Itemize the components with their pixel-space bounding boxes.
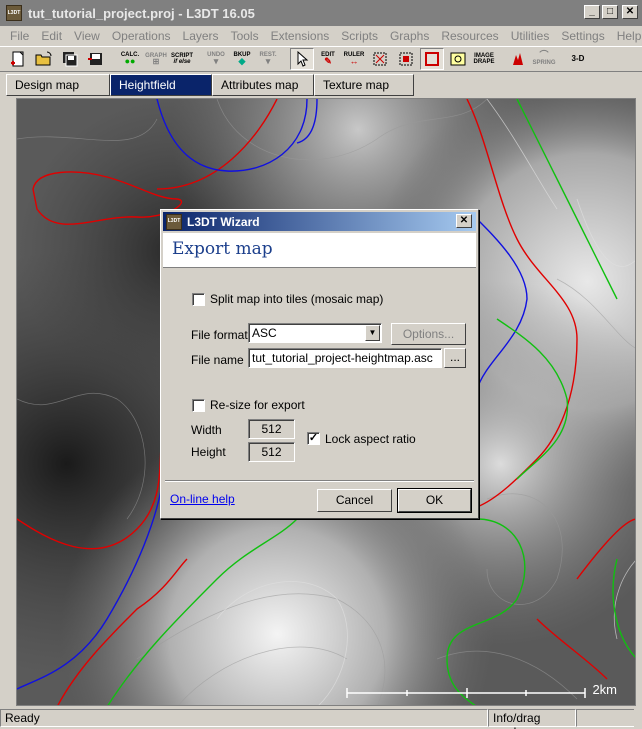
browse-button[interactable]: ... xyxy=(444,348,466,368)
select-region-icon[interactable] xyxy=(394,48,418,70)
undo-icon[interactable]: UNDO ▾ xyxy=(204,48,228,70)
split-tiles-label: Split map into tiles (mosaic map) xyxy=(210,292,384,306)
edit-icon[interactable]: EDIT ✎ xyxy=(316,48,340,70)
menu-file[interactable]: File xyxy=(4,29,35,43)
tab-texture-map[interactable]: Texture map xyxy=(314,74,414,96)
image-drape-icon[interactable]: IMAGE DRAPE xyxy=(472,48,496,70)
script-sub-label: if else xyxy=(173,59,191,65)
tab-attributes-map[interactable]: Attributes map xyxy=(212,74,314,96)
spring-label: SPRING xyxy=(532,60,556,66)
map-tabs: Design map Heightfield Attributes map Te… xyxy=(0,74,642,96)
save-all-icon[interactable] xyxy=(58,48,82,70)
menu-layers[interactable]: Layers xyxy=(177,29,225,43)
tab-heightfield[interactable]: Heightfield xyxy=(110,74,212,96)
lock-aspect-label: Lock aspect ratio xyxy=(325,432,416,446)
status-text: Ready xyxy=(0,708,488,727)
menu-view[interactable]: View xyxy=(68,29,106,43)
file-name-input[interactable]: tut_tutorial_project-heightmap.asc xyxy=(248,348,442,368)
drape-label: DRAPE xyxy=(473,59,495,65)
zoom-icon[interactable] xyxy=(446,48,470,70)
app-icon: L3DT xyxy=(6,5,22,21)
3d-view-icon[interactable]: 3-D xyxy=(566,48,590,70)
frame-icon[interactable] xyxy=(420,48,444,70)
menu-resources[interactable]: Resources xyxy=(435,29,504,43)
dialog-close-button[interactable]: ✕ xyxy=(456,214,472,228)
menu-settings[interactable]: Settings xyxy=(555,29,610,43)
status-grip[interactable] xyxy=(576,708,634,727)
close-button[interactable]: ✕ xyxy=(622,5,638,19)
flame-icon[interactable] xyxy=(506,48,530,70)
backup-icon[interactable]: BKUP ◆ xyxy=(230,48,254,70)
toolbar: CALC. ●● GRAPH ⊞ SCRIPT if else UNDO ▾ BKUP ◆… xyxy=(0,46,642,72)
menu-tools[interactable]: Tools xyxy=(225,29,265,43)
file-name-label: File name xyxy=(191,353,244,367)
dialog-header: Export map xyxy=(163,233,476,268)
dialog-heading: Export map xyxy=(172,239,273,259)
minimize-button[interactable]: _ xyxy=(584,5,600,19)
menu-utilities[interactable]: Utilities xyxy=(505,29,556,43)
status-bar: Ready Info/drag mode xyxy=(0,706,642,729)
height-label: Height xyxy=(191,445,226,459)
file-format-select[interactable]: ASC ▼ xyxy=(248,323,382,343)
height-field[interactable]: 512 xyxy=(248,442,295,462)
file-format-value: ASC xyxy=(252,326,277,340)
file-format-label: File format xyxy=(191,328,248,342)
status-mode: Info/drag mode xyxy=(488,708,576,729)
tab-design-map[interactable]: Design map xyxy=(6,74,110,96)
menu-scripts[interactable]: Scripts xyxy=(335,29,384,43)
menu-help[interactable]: Help xyxy=(611,29,642,43)
main-title-bar[interactable]: L3DT tut_tutorial_project.proj - L3DT 16… xyxy=(0,0,642,26)
width-label: Width xyxy=(191,423,222,437)
menu-edit[interactable]: Edit xyxy=(35,29,68,43)
restore-icon[interactable]: REST. ▾ xyxy=(256,48,280,70)
resize-label: Re-size for export xyxy=(210,398,305,412)
menu-bar: File Edit View Operations Layers Tools E… xyxy=(0,26,642,46)
split-tiles-checkbox[interactable] xyxy=(192,293,205,306)
options-button[interactable]: Options... xyxy=(391,323,466,345)
dialog-title-bar[interactable]: L3DT L3DT Wizard xyxy=(163,212,476,231)
dialog-app-icon: L3DT xyxy=(166,213,182,230)
width-field[interactable]: 512 xyxy=(248,419,295,439)
spring-icon[interactable]: ⌒ SPRING xyxy=(532,48,556,70)
dialog-separator xyxy=(165,480,474,482)
online-help-link[interactable]: On-line help xyxy=(170,492,235,506)
menu-graphs[interactable]: Graphs xyxy=(384,29,435,43)
window-title: tut_tutorial_project.proj - L3DT 16.05 xyxy=(28,5,255,21)
new-file-icon[interactable] xyxy=(6,48,30,70)
menu-extensions[interactable]: Extensions xyxy=(265,29,336,43)
cancel-button[interactable]: Cancel xyxy=(317,489,392,512)
pointer-icon[interactable] xyxy=(290,48,314,70)
chevron-down-icon[interactable]: ▼ xyxy=(365,325,380,341)
scale-label: 2km xyxy=(592,682,617,697)
menu-operations[interactable]: Operations xyxy=(106,29,177,43)
maximize-button[interactable]: □ xyxy=(602,5,618,19)
script-icon[interactable]: SCRIPT if else xyxy=(170,48,194,70)
ok-button[interactable]: OK xyxy=(398,489,471,512)
dialog-title: L3DT Wizard xyxy=(187,214,260,229)
lock-aspect-checkbox[interactable]: ✓ xyxy=(307,432,320,445)
save-icon[interactable] xyxy=(84,48,108,70)
select-area-icon[interactable] xyxy=(368,48,392,70)
ruler-icon[interactable]: RULER ↔ xyxy=(342,48,366,70)
graph-icon[interactable]: GRAPH ⊞ xyxy=(144,48,168,70)
open-folder-icon[interactable] xyxy=(32,48,56,70)
export-wizard-dialog: L3DT L3DT Wizard ✕ Export map Split map … xyxy=(160,209,479,519)
calc-icon[interactable]: CALC. ●● xyxy=(118,48,142,70)
resize-checkbox[interactable] xyxy=(192,399,205,412)
